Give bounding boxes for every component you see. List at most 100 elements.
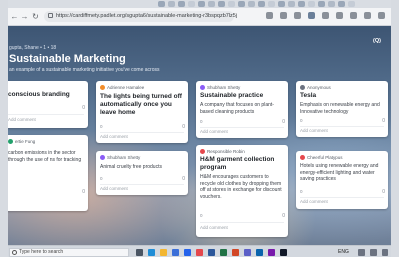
task-view-icon[interactable] [136,249,143,256]
author-name: ertie Fung [15,139,36,144]
teams-icon[interactable] [244,249,251,256]
like-count[interactable]: 0 [100,176,103,181]
back-icon[interactable]: ← [10,12,19,21]
post-title: Sustainable practice [200,92,264,99]
browser-tab-strip [8,0,391,8]
browser-tab[interactable] [308,1,315,7]
padlet-board: gupta, Shane • 1 • 18 Sustainable Market… [8,26,391,245]
board-badge[interactable]: (Q) [373,38,381,45]
extension-icon[interactable] [322,12,329,19]
post-card[interactable]: Responsible Robin H&M garment collection… [196,145,288,237]
extension-icon[interactable] [378,12,385,19]
browser-tab[interactable] [208,1,215,7]
browser-tab[interactable] [178,1,185,7]
post-card[interactable]: Anonymous Tesla Emphasis on renewable en… [296,81,388,137]
browser-tab[interactable] [328,1,335,7]
avatar [100,85,105,91]
edge-icon[interactable] [148,249,155,256]
post-body: Animal cruelty free products [100,164,162,170]
onenote-icon[interactable] [268,249,275,256]
reload-icon[interactable]: ↻ [31,12,40,21]
bookmark-star-icon[interactable] [294,12,301,19]
post-card[interactable]: Shubham Shetty Sustainable practice A co… [196,81,288,138]
post-footer: 0 0 [300,118,385,124]
extension-icon[interactable] [308,12,315,19]
author-name: Shubham Shetty [107,155,141,160]
like-count[interactable]: 0 [200,119,203,124]
post-title: H&M garment collection program [200,156,275,171]
forward-icon[interactable]: → [20,12,29,21]
browser-tab[interactable] [268,1,275,7]
browser-tab[interactable] [248,1,255,7]
volume-icon[interactable] [370,249,377,256]
post-footer: 0 0 [200,213,285,219]
store-icon[interactable] [172,249,179,256]
add-comment-link[interactable]: Add comment [300,128,328,134]
author-name: Responsible Robin [207,149,245,154]
extension-icon[interactable] [350,12,357,19]
system-tray-language[interactable]: ENG [338,248,349,256]
post-body: Emphasis on renewable energy and Innovat… [300,102,380,115]
taskbar-search[interactable]: Type here to search [9,248,129,257]
author-name: Shubham Shetty [207,85,241,90]
outlook-icon[interactable] [256,249,263,256]
install-app-icon[interactable] [280,12,287,19]
browser-tab[interactable] [348,1,355,7]
url-bar[interactable]: https://cardiffmety.padlet.org/sgupta6/s… [44,11,238,22]
post-card[interactable]: Shubham Shetty Animal cruelty free produ… [96,151,188,195]
post-card[interactable]: Adrienne Hamalee The lights being turned… [96,81,188,143]
notification-icon[interactable] [382,249,388,256]
divider [200,127,284,128]
browser-tab[interactable] [318,1,325,7]
browser-tab[interactable] [238,1,245,7]
like-count[interactable]: 0 [300,118,303,123]
post-author: Shubham Shetty [200,84,286,91]
browser-tab[interactable] [218,1,225,7]
like-count[interactable]: 0 [300,189,303,194]
browser-tab[interactable] [258,1,265,7]
taskbar: Type here to search ENG [8,245,391,257]
post-title: conscious branding [8,91,70,98]
add-comment-link[interactable]: Add comment [8,117,36,123]
browser-tab[interactable] [228,1,235,7]
avatar [200,149,205,155]
lock-icon [48,13,53,18]
add-comment-link[interactable]: Add comment [100,134,128,140]
extension-icon[interactable] [364,12,371,19]
word-icon[interactable] [208,249,215,256]
app-icon[interactable] [280,249,287,256]
like-count[interactable]: 0 [100,124,103,129]
browser-tab[interactable] [158,1,165,7]
board-description: an example of a sustainable marketing in… [9,67,160,73]
add-comment-link[interactable]: Add comment [300,199,328,205]
post-card[interactable]: Cheerful Platypus Hotels using renewable… [296,151,388,209]
like-count[interactable]: 0 [200,213,203,218]
url-text: https://cardiffmety.padlet.org/sgupta6/s… [56,13,238,19]
post-author: Cheerful Platypus [300,154,386,161]
browser-tab[interactable] [338,1,345,7]
post-card[interactable]: conscious branding 0 Add comment [8,81,88,128]
file-explorer-icon[interactable] [160,249,167,256]
post-author: Responsible Robin [200,148,286,155]
browser-tab[interactable] [198,1,205,7]
chrome-icon[interactable] [196,249,203,256]
avatar [8,139,13,145]
post-footer: 0 [8,189,85,195]
add-comment-link[interactable]: Add comment [200,225,228,231]
browser-tab[interactable] [288,1,295,7]
powerpoint-icon[interactable] [232,249,239,256]
browser-tab[interactable] [168,1,175,7]
add-comment-link[interactable]: Add comment [100,186,128,192]
browser-tab[interactable] [298,1,305,7]
excel-icon[interactable] [220,249,227,256]
author-name: Anonymous [307,85,331,90]
browser-tab[interactable] [278,1,285,7]
wifi-icon[interactable] [358,249,365,256]
share-icon[interactable] [266,12,273,19]
post-card[interactable]: ertie Fung carbon emissions in the secto… [8,135,88,211]
add-comment-link[interactable]: Add comment [200,129,228,135]
post-footer: 0 0 [300,189,385,195]
browser-tab[interactable] [188,1,195,7]
extension-icon[interactable] [336,12,343,19]
mail-icon[interactable] [184,249,191,256]
